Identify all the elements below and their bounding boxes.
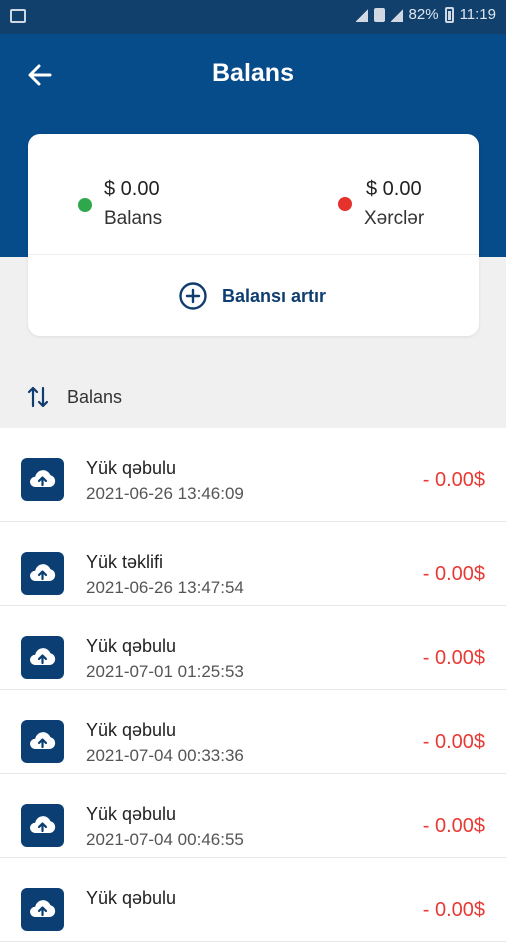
transaction-amount: - 0.00$	[422, 815, 485, 837]
transaction-title: Yük təklifi	[86, 552, 164, 572]
signal-strength-icon	[390, 7, 403, 22]
sort-label: Balans	[67, 387, 123, 407]
status-bar: 82% 11:19	[0, 0, 506, 34]
transaction-date: 2021-06-26 13:46:09	[86, 484, 244, 503]
cloud-upload-icon	[21, 636, 64, 679]
card-divider	[28, 254, 479, 255]
cloud-upload-icon	[21, 458, 64, 501]
transaction-row[interactable]: Yük qəbulu 2021-07-01 01:25:53 - 0.00$	[0, 606, 506, 690]
balance-amount: $ 0.00	[104, 178, 160, 200]
transaction-amount: - 0.00$	[422, 469, 485, 491]
transaction-title: Yük qəbulu	[86, 458, 177, 478]
page-title: Balans	[212, 59, 294, 87]
sort-icon	[27, 386, 49, 408]
transaction-row[interactable]: Yük qəbulu 2021-07-04 00:46:55 - 0.00$	[0, 774, 506, 858]
transaction-row[interactable]: Yük qəbulu 2021-07-04 00:33:36 - 0.00$	[0, 690, 506, 774]
cloud-upload-icon	[21, 804, 64, 847]
balance-dot-icon	[78, 198, 92, 212]
add-balance-button[interactable]: Balansı artır	[178, 279, 326, 313]
transaction-date: 2021-07-01 01:25:53	[86, 662, 244, 681]
status-icons: 82% 11:19	[355, 6, 496, 23]
transaction-row[interactable]: Yük təklifi 2021-06-26 13:47:54 - 0.00$	[0, 522, 506, 606]
cloud-upload-icon	[21, 552, 64, 595]
balance-summary-card: $ 0.00 Balans $ 0.00 Xərclər Balansı art…	[28, 134, 479, 336]
battery-percent: 82%	[408, 6, 439, 23]
signal-icon	[355, 7, 368, 22]
transaction-row[interactable]: Yük qəbulu 2021-06-26 13:46:09 - 0.00$	[0, 428, 506, 522]
transaction-title: Yük qəbulu	[86, 720, 177, 740]
add-circle-icon	[179, 282, 207, 310]
transaction-amount: - 0.00$	[422, 563, 485, 585]
balance-label: Balans	[104, 208, 163, 229]
clock: 11:19	[459, 6, 496, 23]
transaction-row[interactable]: Yük qəbulu - 0.00$	[0, 858, 506, 942]
transaction-title: Yük qəbulu	[86, 888, 177, 908]
sim-icon	[373, 7, 385, 22]
battery-icon	[444, 6, 454, 23]
transaction-amount: - 0.00$	[422, 647, 485, 669]
transaction-amount: - 0.00$	[422, 731, 485, 753]
transaction-title: Yük qəbulu	[86, 804, 177, 824]
sort-control[interactable]: Balans	[0, 376, 506, 420]
transaction-date: 2021-07-04 00:33:36	[86, 746, 244, 765]
transaction-amount: - 0.00$	[422, 899, 485, 921]
transaction-list: Yük qəbulu 2021-06-26 13:46:09 - 0.00$ Y…	[0, 428, 506, 942]
transaction-date: 2021-07-04 00:46:55	[86, 830, 244, 849]
expenses-amount: $ 0.00	[366, 178, 422, 200]
expenses-label: Xərclər	[364, 208, 425, 229]
cloud-upload-icon	[21, 888, 64, 931]
add-balance-label: Balansı artır	[222, 285, 327, 306]
transaction-date: 2021-06-26 13:47:54	[86, 578, 244, 597]
cloud-upload-icon	[21, 720, 64, 763]
image-notification-icon	[10, 9, 26, 23]
expenses-dot-icon	[338, 197, 352, 211]
transaction-title: Yük qəbulu	[86, 636, 177, 656]
